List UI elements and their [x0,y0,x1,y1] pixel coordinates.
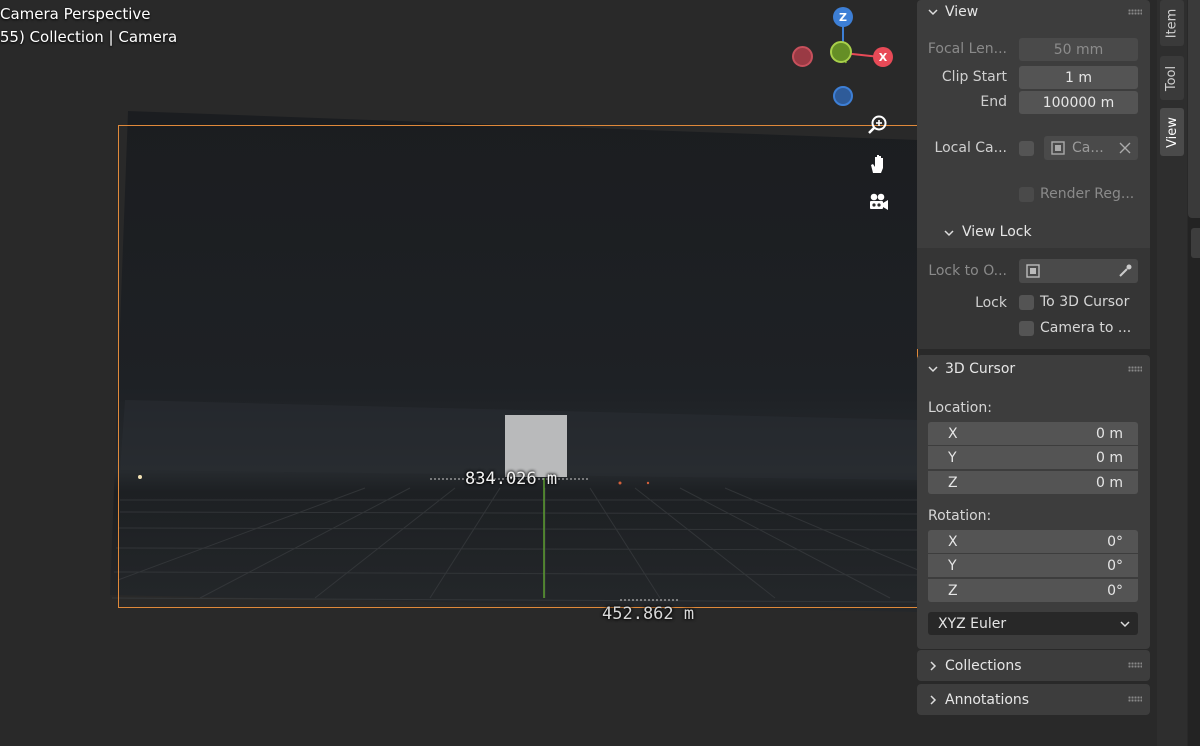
zoom-button[interactable] [864,111,892,139]
drag-grip-icon[interactable] [1128,9,1142,15]
pan-button[interactable] [864,150,892,178]
local-camera-checkbox[interactable] [1019,141,1034,156]
camera-to-view-label: Camera to ... [1040,320,1132,336]
right-editor-edge [1188,0,1200,746]
chevron-down-icon [928,9,938,16]
drag-grip-icon[interactable] [1128,366,1142,372]
rotation-label: Rotation: [928,508,992,524]
clip-end-field[interactable]: 100000 m [1019,91,1138,114]
camera-view-button[interactable] [864,189,892,217]
gizmo-neg-x-axis[interactable] [792,46,813,67]
clip-start-field[interactable]: 1 m [1019,66,1138,89]
camera-to-view-checkbox[interactable] [1019,321,1034,336]
rotation-x-field[interactable]: X 0° [928,530,1138,553]
focal-length-field[interactable]: 50 mm [1019,38,1138,61]
annotations-panel-title: Annotations [945,691,1030,708]
eyedropper-icon[interactable] [1117,263,1133,279]
axis-label: X [948,533,958,550]
object-icon [1026,264,1040,278]
chevron-down-icon [928,366,938,373]
lock-label: Lock [975,295,1007,311]
view-panel-header[interactable]: View [917,0,1150,24]
rotation-z-value: 0° [1107,582,1123,599]
drag-grip-icon[interactable] [1128,696,1142,702]
tab-tool[interactable]: Tool [1160,56,1184,100]
gizmo-neg-z-axis[interactable] [833,86,853,106]
lock-to-object-label: Lock to O... [928,263,1007,279]
axis-label: Y [948,557,957,574]
view-lock-header[interactable]: View Lock [917,220,1150,246]
view-panel-title: View [945,4,979,20]
render-region-checkbox[interactable] [1019,187,1034,202]
local-camera-value: Ca... [1072,140,1104,156]
annotations-panel-header[interactable]: Annotations [917,684,1150,715]
chevron-right-icon [930,660,937,671]
gizmo-z-axis[interactable]: Z [833,7,853,27]
chevron-down-icon [1120,620,1130,627]
render-region-label: Render Reg... [1040,186,1135,202]
tab-item[interactable]: Item [1160,0,1184,46]
to-3d-cursor-label: To 3D Cursor [1040,294,1130,310]
tab-view[interactable]: View [1160,108,1184,156]
zoom-icon [868,115,887,134]
location-y-field[interactable]: Y 0 m [928,446,1138,469]
3d-cursor-panel-title: 3D Cursor [945,361,1016,377]
camera-view-icon [870,193,888,210]
hand-pan-icon [871,155,883,173]
ruler-measurement-bottom: 452.862 m [602,604,695,624]
ruler-measurement: 834.026 m [465,469,558,489]
location-z-field[interactable]: Z 0 m [928,471,1138,494]
clip-end-label: End [980,94,1007,110]
axis-label: Y [948,449,957,466]
rotation-z-field[interactable]: Z 0° [928,579,1138,602]
rotation-x-value: 0° [1107,533,1123,550]
gizmo-y-axis[interactable] [830,41,852,63]
collections-panel-header[interactable]: Collections [917,650,1150,681]
axis-label: Z [948,582,958,599]
clear-x-icon[interactable] [1119,142,1131,154]
focal-length-label: Focal Len... [927,41,1007,57]
rotation-y-value: 0° [1107,557,1123,574]
view-lock-title: View Lock [962,224,1032,240]
local-camera-label: Local Ca... [934,140,1007,156]
object-icon [1051,141,1065,155]
rotation-mode-dropdown[interactable]: XYZ Euler [928,612,1138,635]
local-camera-field[interactable]: Ca... [1044,136,1138,160]
camera-frame [118,125,918,608]
axis-label: Z [948,474,958,491]
collection-label: (55) Collection | Camera [0,28,178,46]
location-z-value: 0 m [1096,474,1123,491]
sidebar-tabs: Item Tool View [1157,0,1187,746]
location-y-value: 0 m [1096,449,1123,466]
tab-item-label: Item [1164,8,1180,38]
tab-tool-label: Tool [1164,65,1180,91]
tab-view-label: View [1164,116,1180,148]
rotation-mode-value: XYZ Euler [938,615,1007,632]
collections-panel-title: Collections [945,657,1022,674]
axis-label: X [948,425,958,442]
view-mode-label: Camera Perspective [0,5,151,23]
clip-start-label: Clip Start [941,69,1007,85]
location-label: Location: [928,400,992,416]
location-x-value: 0 m [1096,425,1123,442]
drag-grip-icon[interactable] [1128,662,1142,668]
3d-cursor-panel-header[interactable]: 3D Cursor [917,355,1150,383]
annotations-panel[interactable]: Annotations [917,684,1150,715]
chevron-down-icon [944,230,954,237]
location-x-field[interactable]: X 0 m [928,422,1138,445]
chevron-right-icon [930,694,937,705]
lock-to-object-field[interactable] [1019,259,1138,283]
gizmo-x-axis[interactable]: X [873,47,893,67]
to-3d-cursor-checkbox[interactable] [1019,295,1034,310]
rotation-y-field[interactable]: Y 0° [928,554,1138,577]
collections-panel[interactable]: Collections [917,650,1150,681]
